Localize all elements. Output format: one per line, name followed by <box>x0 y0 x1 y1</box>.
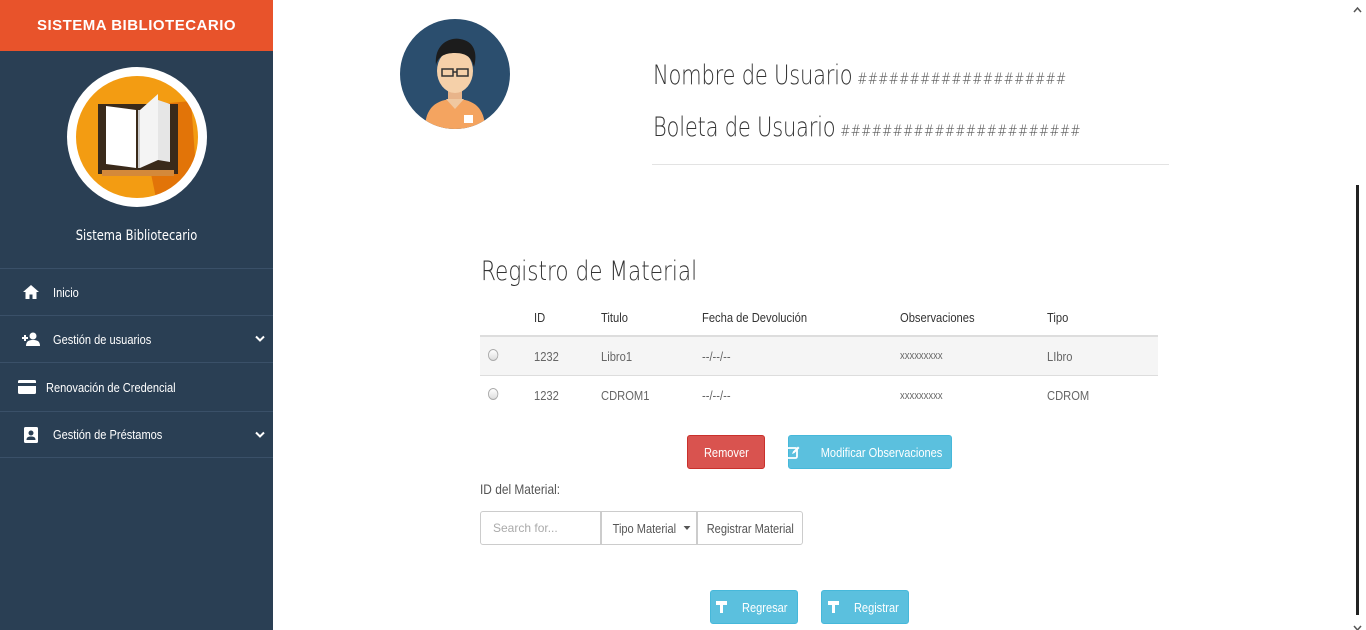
remove-button-label: Remover <box>703 444 749 460</box>
column-header-type: Tipo <box>1047 309 1069 325</box>
divider <box>652 164 1169 165</box>
chevron-down-icon <box>255 427 265 442</box>
credit-card-icon <box>18 379 36 395</box>
user-name-line: Nombre de Usuario #################### <box>653 60 1066 91</box>
contact-card-icon <box>22 426 40 443</box>
user-id-value: ####################### <box>840 121 1081 140</box>
book-icon <box>76 76 198 198</box>
row-observations: xxxxxxxxx <box>900 389 943 402</box>
row-id: 1232 <box>534 348 559 364</box>
app-logo <box>67 67 207 207</box>
system-name: Sistema Bibliotecario <box>75 228 198 244</box>
sidebar-menu: Inicio Gestión de usuarios Renovación de… <box>0 268 273 458</box>
scrollbar[interactable] <box>1349 0 1366 630</box>
table-row[interactable]: 1232 CDROM1 --/--/-- xxxxxxxxx CDROM <box>480 376 1158 415</box>
caret-down-icon <box>683 526 691 530</box>
column-header-date: Fecha de Devolución <box>702 309 808 325</box>
sidebar-item-gestion-prestamos[interactable]: Gestión de Préstamos <box>0 411 273 458</box>
paint-roller-icon <box>827 601 840 613</box>
add-user-icon <box>22 331 40 347</box>
user-id-label: Boleta de Usuario <box>653 112 836 143</box>
row-title: CDROM1 <box>601 388 650 403</box>
row-title: Libro1 <box>601 348 633 364</box>
row-radio[interactable] <box>488 388 499 403</box>
table-row[interactable]: 1232 Libro1 --/--/-- xxxxxxxxx LIbro <box>480 337 1158 376</box>
material-type-label: Tipo Material <box>612 520 676 536</box>
register-material-label: Registrar Material <box>706 520 794 536</box>
register-button[interactable]: Registrar <box>821 590 909 624</box>
row-date: --/--/-- <box>702 388 731 403</box>
sidebar-item-label: Inicio <box>53 284 79 300</box>
register-button-label: Registrar <box>853 599 899 615</box>
user-avatar <box>400 19 510 129</box>
sidebar-item-gestion-usuarios[interactable]: Gestión de usuarios <box>0 315 273 362</box>
row-date: --/--/-- <box>702 348 731 364</box>
column-header-id: ID <box>534 309 546 325</box>
sidebar-item-label: Gestión de Préstamos <box>53 427 163 442</box>
user-id-line: Boleta de Usuario ####################### <box>653 112 1081 143</box>
row-type: CDROM <box>1047 388 1090 403</box>
row-type: LIbro <box>1047 348 1073 364</box>
sidebar-item-label: Gestión de usuarios <box>53 331 152 347</box>
modify-observations-label: Modificar Observaciones <box>821 444 943 460</box>
section-title: Registro de Material <box>481 256 698 287</box>
back-button[interactable]: Regresar <box>710 590 798 624</box>
row-observations: xxxxxxxxx <box>900 350 943 362</box>
scroll-down-icon[interactable] <box>1353 619 1362 630</box>
sidebar-item-label: Renovación de Credencial <box>46 379 176 395</box>
user-name-value: #################### <box>857 69 1067 88</box>
edit-icon <box>786 446 800 459</box>
modify-observations-button[interactable]: Modificar Observaciones <box>786 435 952 469</box>
material-id-label: ID del Material: <box>480 481 561 497</box>
back-button-label: Regresar <box>742 599 788 615</box>
row-radio[interactable] <box>488 348 499 364</box>
chevron-down-icon <box>255 331 265 346</box>
remove-button[interactable]: Remover <box>687 435 765 469</box>
sidebar: SISTEMA BIBLIOTECARIO Sistema Biblioteca… <box>0 0 273 630</box>
material-type-dropdown[interactable]: Tipo Material <box>601 511 697 545</box>
sidebar-item-renovacion[interactable]: Renovación de Credencial <box>0 362 273 411</box>
table-header: ID Titulo Fecha de Devolución Observacio… <box>480 299 1158 337</box>
register-material-button[interactable]: Registrar Material <box>697 511 803 545</box>
materials-table: ID Titulo Fecha de Devolución Observacio… <box>480 299 1158 415</box>
paint-roller-icon <box>716 601 728 613</box>
user-name-label: Nombre de Usuario <box>653 60 853 91</box>
column-header-title: Titulo <box>601 309 628 325</box>
search-input[interactable] <box>480 511 601 545</box>
home-icon <box>22 284 40 300</box>
row-id: 1232 <box>534 388 559 403</box>
column-header-observations: Observaciones <box>900 309 975 325</box>
scroll-thumb[interactable] <box>1356 185 1359 615</box>
scroll-up-icon[interactable] <box>1353 2 1362 13</box>
brand-title[interactable]: SISTEMA BIBLIOTECARIO <box>0 0 273 51</box>
sidebar-item-inicio[interactable]: Inicio <box>0 268 273 315</box>
